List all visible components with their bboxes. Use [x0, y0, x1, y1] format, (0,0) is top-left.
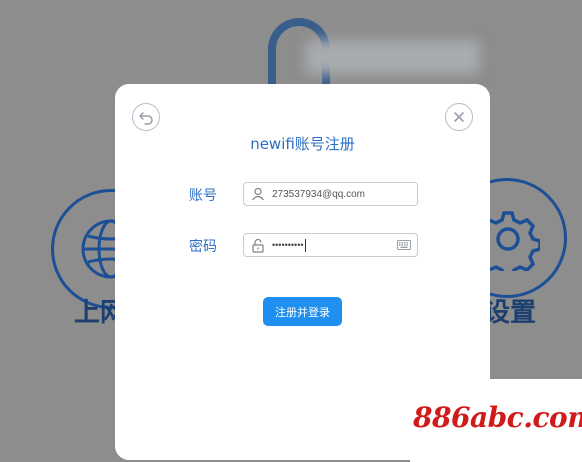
password-field[interactable]: ••••••••••	[243, 233, 418, 257]
account-field[interactable]: 273537934@qq.com	[243, 182, 418, 206]
back-button[interactable]	[132, 103, 160, 131]
user-icon	[244, 187, 272, 201]
close-icon	[454, 112, 464, 122]
watermark: 886abc.com	[410, 379, 582, 462]
register-login-button[interactable]: 注册并登录	[263, 297, 342, 326]
password-label: 密码	[189, 239, 217, 255]
watermark-text: 886abc.com	[413, 401, 582, 434]
password-value: ••••••••••	[272, 238, 391, 252]
keyboard-icon[interactable]	[391, 240, 417, 250]
text-caret	[304, 238, 306, 252]
password-dots: ••••••••••	[272, 239, 304, 250]
account-value: 273537934@qq.com	[272, 188, 365, 200]
lock-icon	[244, 238, 272, 253]
app-brand-blurred	[305, 40, 480, 74]
back-arrow-icon	[139, 112, 153, 125]
close-button[interactable]	[445, 103, 473, 131]
settings-label: 设置	[484, 298, 537, 328]
account-label: 账号	[189, 188, 217, 204]
dialog-title: newifi账号注册	[250, 135, 355, 153]
